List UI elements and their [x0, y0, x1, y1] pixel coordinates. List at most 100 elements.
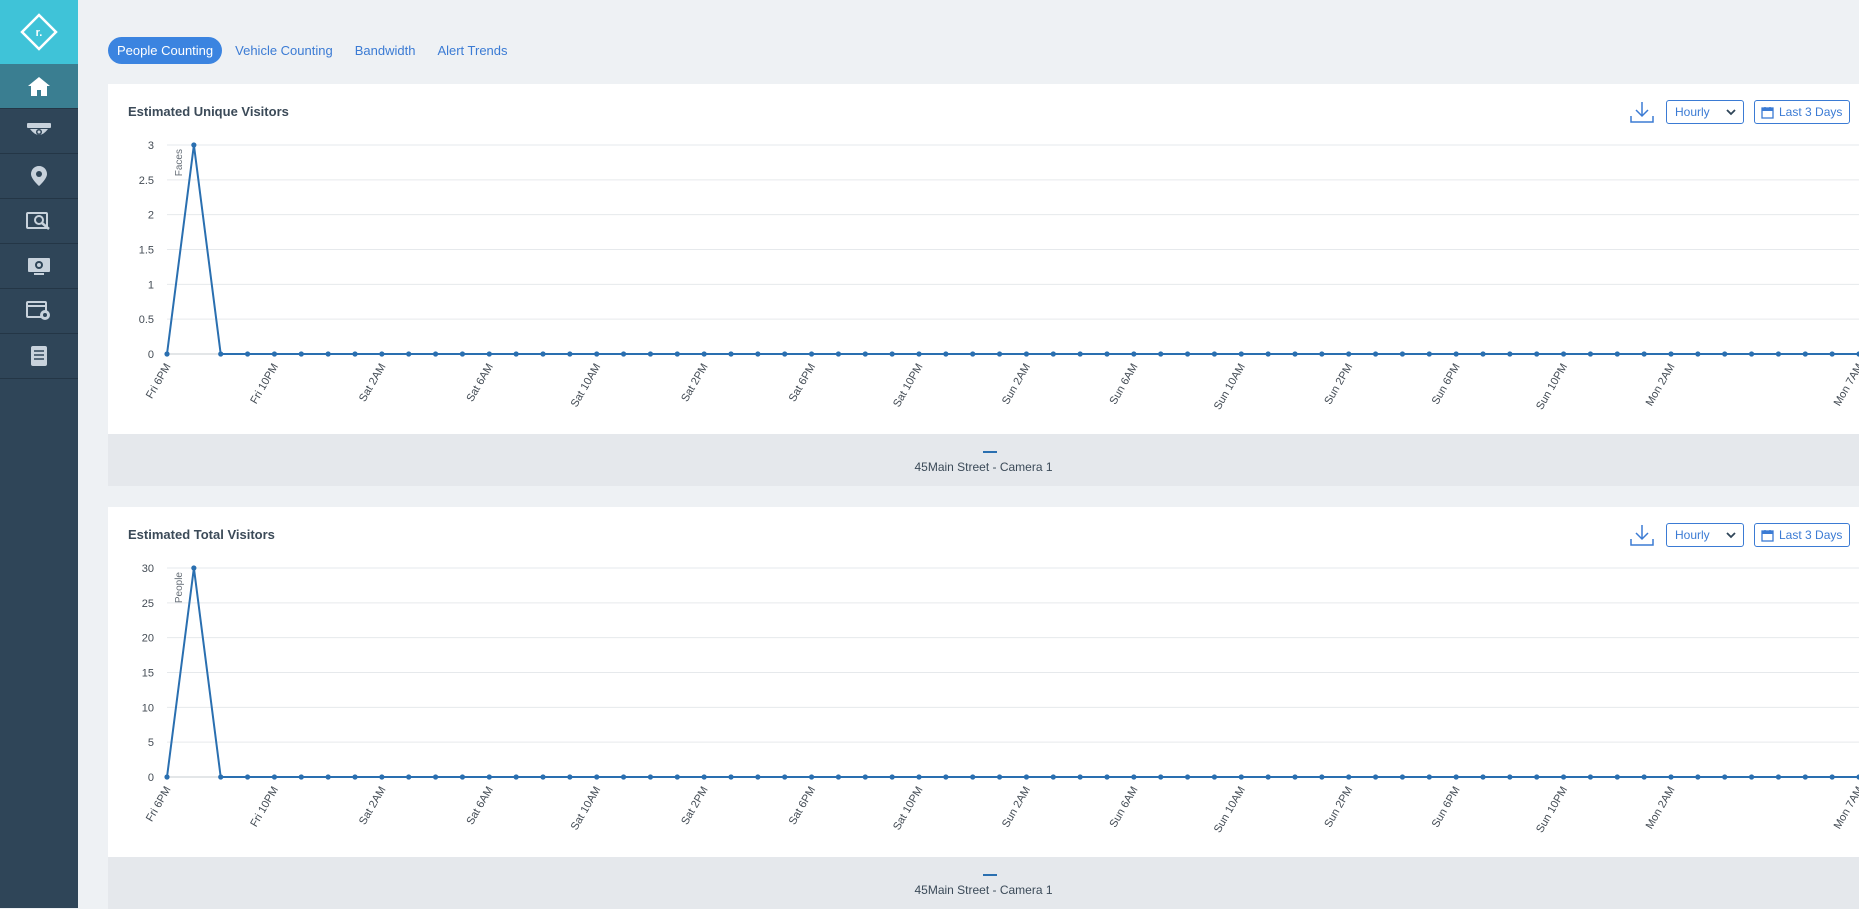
x-tick-label: Fri 6PM	[144, 785, 174, 824]
data-point	[782, 351, 788, 357]
data-point	[808, 774, 815, 780]
data-point	[1480, 774, 1486, 780]
data-point	[1050, 774, 1056, 780]
data-point	[1372, 351, 1379, 357]
legend-swatch[interactable]	[983, 451, 997, 453]
y-tick-label: 0	[148, 772, 154, 784]
data-point	[271, 351, 278, 357]
x-tick-label: Sun 6PM	[1430, 785, 1463, 830]
data-point	[513, 351, 519, 357]
data-point	[674, 774, 680, 780]
data-point	[1265, 351, 1271, 357]
data-point	[540, 774, 546, 780]
monitor-camera-icon	[28, 258, 50, 275]
data-point	[1292, 774, 1298, 780]
x-tick-label: Fri 6PM	[144, 362, 174, 401]
unique-visitors-chart: 3 2.5 2 1.5 1 0.5 0 Faces Fri 6PM Fri 10PM Sat 2AM…	[139, 140, 1859, 412]
y-tick-label: 30	[142, 563, 154, 575]
x-tick-label: Sat 10PM	[891, 362, 926, 410]
document-icon	[31, 346, 47, 366]
y-tick-label: 1	[148, 279, 154, 291]
data-point	[943, 774, 949, 780]
y-tick-label: 2	[148, 210, 154, 222]
data-point	[1104, 774, 1110, 780]
data-point	[1614, 774, 1620, 780]
sidebar-item-monitors[interactable]	[0, 244, 78, 289]
data-point	[1104, 351, 1110, 357]
data-point	[594, 351, 600, 357]
tab-bandwidth[interactable]: Bandwidth	[346, 37, 425, 64]
data-point	[594, 774, 600, 780]
data-point	[325, 351, 331, 357]
data-point	[432, 774, 439, 780]
data-point	[1560, 351, 1567, 357]
data-point	[1534, 351, 1540, 357]
logo[interactable]: r.	[0, 0, 78, 64]
data-point	[970, 774, 976, 780]
legend-label[interactable]: 45Main Street - Camera 1	[108, 460, 1859, 474]
sidebar-item-home[interactable]	[0, 64, 78, 109]
data-point	[620, 351, 627, 357]
data-point	[1641, 351, 1647, 357]
data-point	[1372, 774, 1379, 780]
x-tick-label: Sun 6PM	[1430, 362, 1463, 407]
tab-people-counting[interactable]: People Counting	[108, 37, 223, 64]
data-point	[191, 142, 197, 148]
data-point	[1184, 774, 1191, 780]
data-point	[889, 351, 895, 357]
sidebar-item-locations[interactable]	[0, 154, 78, 199]
sidebar-item-search[interactable]	[0, 199, 78, 244]
data-point	[701, 351, 707, 357]
data-point	[1775, 351, 1782, 357]
data-point	[1802, 774, 1808, 780]
legend-label[interactable]: 45Main Street - Camera 1	[108, 883, 1859, 897]
data-point	[1775, 774, 1782, 780]
x-tick-label: Sat 10AM	[569, 785, 604, 833]
y-tick-label: 20	[142, 633, 154, 645]
data-point	[298, 351, 304, 357]
x-tick-label: Mon 7AM	[1832, 362, 1859, 409]
data-point	[1077, 774, 1083, 780]
data-point	[1829, 774, 1835, 780]
data-point	[164, 774, 170, 780]
data-point	[1319, 351, 1325, 357]
x-tick-label: Sat 6AM	[464, 785, 495, 828]
data-point	[1399, 774, 1406, 780]
data-point	[701, 774, 707, 780]
x-tick-label: Sat 6PM	[787, 785, 818, 828]
data-point	[459, 351, 466, 357]
data-point	[996, 351, 1003, 357]
data-point	[1722, 774, 1728, 780]
map-pin-icon	[31, 166, 47, 186]
data-point	[674, 351, 680, 357]
x-tick-label: Mon 2AM	[1644, 785, 1678, 832]
data-point	[1131, 774, 1137, 780]
data-point	[862, 774, 868, 780]
sidebar-item-video-settings[interactable]	[0, 289, 78, 334]
x-tick-label: Sat 2PM	[679, 362, 710, 405]
data-point	[1238, 774, 1244, 780]
x-tick-label: Sat 10AM	[569, 362, 604, 410]
data-point	[1453, 774, 1459, 780]
data-point	[782, 774, 788, 780]
data-point	[1560, 774, 1567, 780]
x-tick-label: Sun 10AM	[1212, 362, 1248, 412]
data-point	[218, 351, 224, 357]
sidebar-item-cameras[interactable]	[0, 109, 78, 154]
data-point	[352, 351, 358, 357]
data-point	[244, 351, 251, 357]
tab-alert-trends[interactable]: Alert Trends	[428, 37, 516, 64]
data-point	[755, 351, 761, 357]
data-point	[1748, 351, 1755, 357]
data-point	[1399, 351, 1406, 357]
data-point	[1265, 774, 1271, 780]
data-point	[1695, 774, 1701, 780]
legend-swatch[interactable]	[983, 874, 997, 876]
sidebar-item-reports[interactable]	[0, 334, 78, 379]
tab-vehicle-counting[interactable]: Vehicle Counting	[226, 37, 342, 64]
total-visitors-chart: 30 25 20 15 10 5 0 People Fri 6PM Fri 10PM Sat 2AM…	[142, 563, 1859, 835]
sidebar: r.	[0, 0, 78, 908]
data-point	[459, 774, 466, 780]
data-point	[298, 774, 304, 780]
data-point	[1668, 351, 1674, 357]
